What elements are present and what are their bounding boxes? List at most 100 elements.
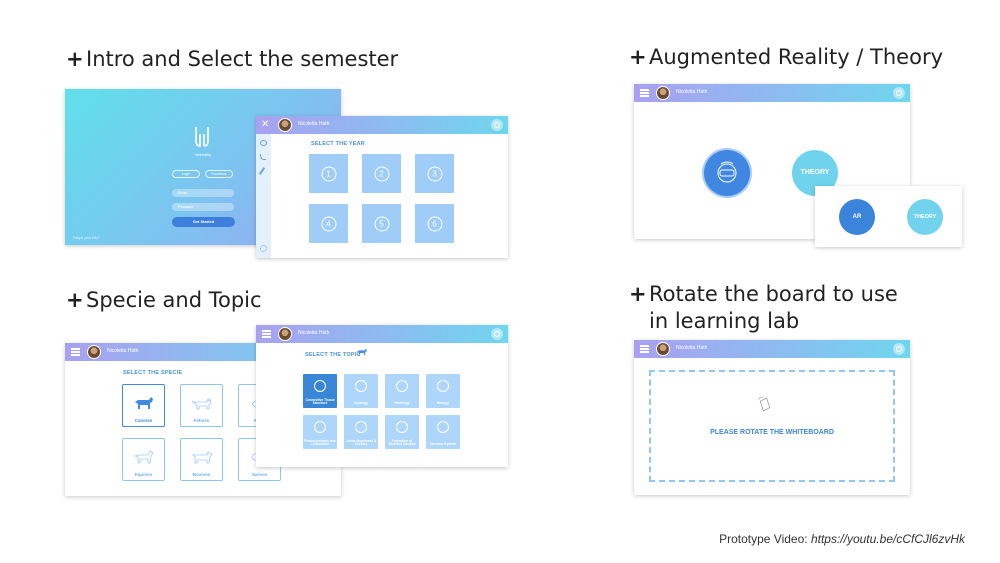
phone-icon[interactable] — [260, 154, 266, 160]
search-icon[interactable] — [893, 87, 905, 99]
topic-tile[interactable]: Cytology — [344, 374, 378, 408]
login-tab[interactable]: Login — [172, 170, 200, 178]
avatar — [656, 342, 670, 356]
rotate-screen: Nicoletta Hath PLEASE ROTATE THE WHITEBO… — [634, 340, 910, 495]
plus-icon: + — [629, 45, 647, 69]
app-header: Nicoletta Hath — [256, 325, 508, 343]
user-name: Nicoletta Hath — [298, 121, 330, 127]
select-topic-title: SELECT THE TOPIC — [305, 352, 361, 358]
menu-icon[interactable] — [640, 345, 649, 353]
user-name: Nicoletta Hath — [676, 89, 708, 95]
topic-label: Formation of Skeleton Cavities — [388, 438, 416, 447]
heading-specie: + Specie and Topic — [66, 287, 262, 314]
dog-icon — [135, 397, 153, 409]
plus-icon: + — [66, 47, 84, 71]
year-tile[interactable]: 6 — [415, 204, 454, 243]
specie-tile-canines[interactable]: Canines — [122, 384, 165, 427]
avatar — [87, 345, 101, 359]
dog-small-icon — [357, 348, 367, 356]
year-tile[interactable]: 5 — [362, 204, 401, 243]
get-started-button[interactable]: Get Started — [172, 217, 235, 227]
year-tile[interactable]: 4 — [309, 204, 348, 243]
side-rail — [256, 134, 271, 258]
year-number: 3 — [427, 166, 442, 181]
chat-icon[interactable] — [260, 140, 267, 146]
cell-icon — [314, 380, 326, 392]
search-icon[interactable] — [893, 343, 905, 355]
email-field[interactable]: Email — [172, 189, 234, 197]
year-number: 2 — [374, 166, 389, 181]
nerve-icon — [437, 421, 449, 433]
theory-small-button[interactable]: THEORY — [907, 199, 943, 235]
specie-label: Felines — [193, 418, 210, 423]
year-number: 6 — [427, 216, 442, 231]
specie-tile-bovines[interactable]: Bovines — [180, 438, 223, 481]
specie-label: Equines — [134, 472, 153, 477]
topic-tile[interactable]: Biology — [426, 374, 460, 408]
avatar — [278, 327, 292, 341]
rotate-message: PLEASE ROTATE THE WHITEBOARD — [710, 429, 834, 436]
topic-label: Histology — [394, 401, 410, 406]
search-icon[interactable] — [491, 119, 503, 131]
specie-label: Bovines — [192, 472, 211, 477]
topic-label: Cytology — [353, 401, 369, 406]
specie-tile-felines[interactable]: Felines — [180, 384, 223, 427]
year-tile[interactable]: 3 — [415, 154, 454, 193]
app-header: ✕ Nicoletta Hath — [256, 116, 508, 134]
avatar — [656, 86, 670, 100]
year-number: 4 — [321, 216, 336, 231]
heading-intro-text: Intro and Select the semester — [86, 47, 399, 71]
rotate-device-icon — [758, 396, 771, 412]
specie-label: Canines — [134, 418, 153, 423]
topic-tile[interactable]: Joints Movement & Cavities — [344, 415, 378, 449]
year-number: 1 — [321, 166, 336, 181]
leaf-icon — [314, 421, 326, 433]
topic-label: Nervous System — [430, 442, 456, 447]
specie-tile-equines[interactable]: Equines — [122, 438, 165, 481]
app-header: Nicoletta Hath — [634, 340, 910, 358]
vetreality-logo-icon — [195, 127, 209, 147]
plus-icon: + — [66, 288, 84, 312]
select-year-screen: ✕ Nicoletta Hath SELECT THE YEAR 1 2 3 4… — [256, 116, 508, 258]
year-tile[interactable]: 2 — [362, 154, 401, 193]
topic-tile[interactable]: Photosynthesis and Locomotion — [303, 415, 337, 449]
select-specie-title: SELECT THE SPECIE — [123, 370, 183, 376]
user-name: Nicoletta Hath — [298, 330, 330, 336]
app-logo — [194, 126, 210, 150]
cow-icon — [192, 451, 213, 464]
footer-url[interactable]: https://youtu.be/cCfCJl6zvHk — [811, 532, 965, 546]
topic-label: Biology — [436, 401, 450, 406]
topic-tile[interactable]: Histology — [385, 374, 419, 408]
menu-icon[interactable] — [262, 330, 271, 338]
topic-tile[interactable]: Nervous System — [426, 415, 460, 449]
rotate-dropzone: PLEASE ROTATE THE WHITEBOARD — [649, 370, 895, 482]
login-footer-text: Forgot your info? — [73, 236, 100, 240]
topic-label: Photosynthesis and Locomotion — [304, 438, 336, 447]
topic-tile[interactable]: Formation of Skeleton Cavities — [385, 415, 419, 449]
password-field[interactable]: Password — [172, 203, 234, 211]
cytology-icon — [355, 380, 367, 392]
facebook-tab[interactable]: Facebook — [205, 170, 233, 178]
prototype-video-link[interactable]: Prototype Video: https://youtu.be/cCfCJl… — [719, 532, 965, 546]
close-icon[interactable]: ✕ — [261, 119, 271, 131]
search-icon[interactable] — [491, 328, 503, 340]
ar-headset-button[interactable] — [704, 150, 750, 196]
menu-icon[interactable] — [71, 348, 80, 356]
cat-icon — [191, 397, 212, 410]
ar-theory-popup: AR THEORY — [815, 186, 962, 247]
skeleton-icon — [396, 421, 408, 433]
pencil-icon[interactable] — [258, 167, 266, 175]
select-topic-screen: Nicoletta Hath SELECT THE TOPIC Connecti… — [256, 325, 508, 467]
avatar — [278, 118, 292, 132]
year-number: 5 — [374, 216, 389, 231]
topic-tile[interactable]: Connective Tissue Structure — [303, 374, 337, 408]
select-year-title: SELECT THE YEAR — [311, 141, 365, 147]
heading-intro: + Intro and Select the semester — [66, 46, 398, 73]
year-tile[interactable]: 1 — [309, 154, 348, 193]
topic-label: Connective Tissue Structure — [305, 397, 335, 406]
ar-button[interactable]: AR — [839, 199, 875, 235]
heading-rotate: + Rotate the board to use in learning lab — [629, 281, 898, 335]
gear-icon[interactable] — [260, 245, 267, 252]
menu-icon[interactable] — [640, 89, 649, 97]
app-header: Nicoletta Hath — [634, 84, 910, 102]
